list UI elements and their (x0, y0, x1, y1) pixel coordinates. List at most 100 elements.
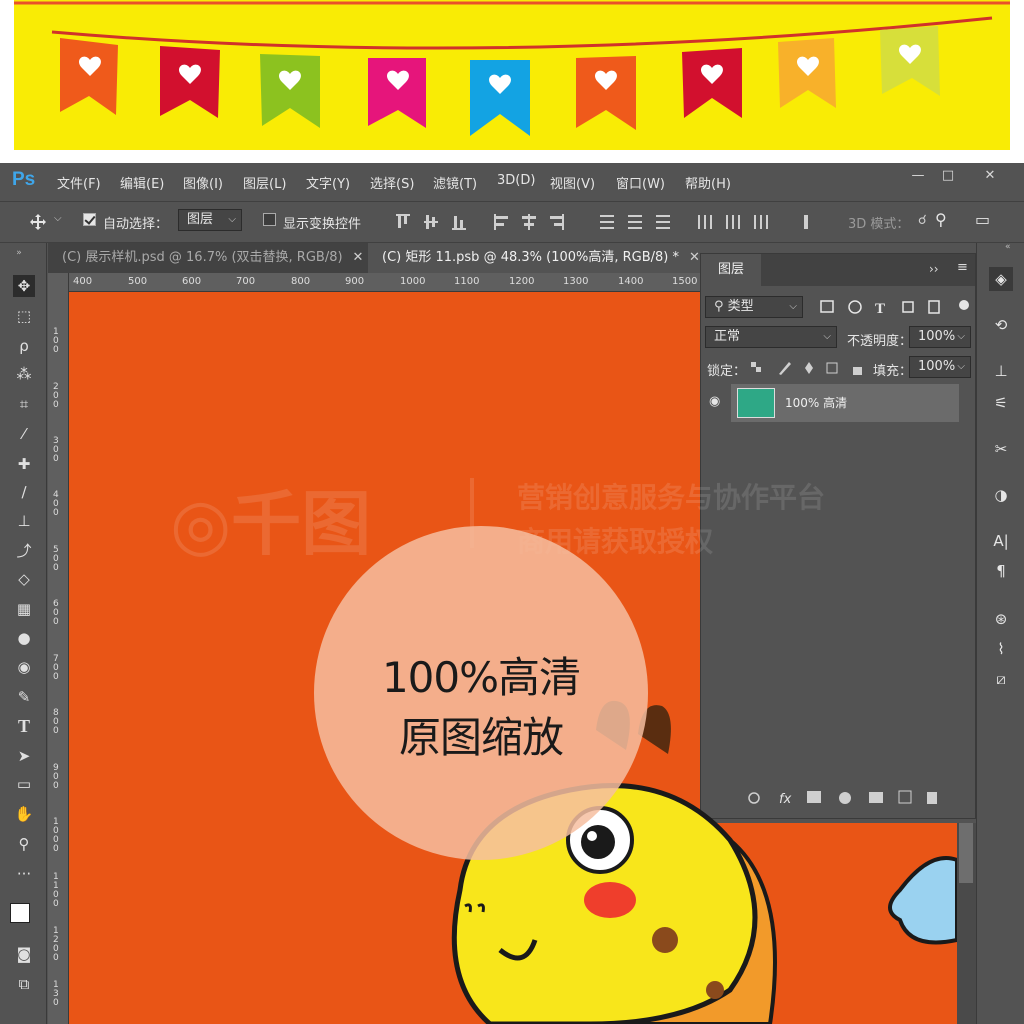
opacity-field[interactable]: 100% ⌵ (909, 326, 971, 348)
ruler-tick: 6 0 0 (53, 599, 59, 627)
tab-label: (C) 展示样机.psd @ 16.7% (双击替换, RGB/8) (62, 250, 343, 265)
history-icon[interactable]: ⟲ (989, 313, 1013, 337)
collapse-icon[interactable]: » (8, 242, 30, 264)
move-tool-icon[interactable] (29, 213, 47, 231)
auto-select-dropdown[interactable]: 图层 ⌵ (178, 209, 242, 231)
tools-panel: » ✥ ⬚ ρ ⁂ ⌗ ⁄ ✚ ∕ ⊥ ⤴ ◇ ▦ ● ◉ ✎ T ➤ ▭ ✋ … (0, 243, 47, 1024)
minimize-button[interactable]: — (904, 167, 932, 185)
chevron-down-icon: ⌵ (823, 331, 831, 342)
menu-edit[interactable]: 编辑(E) (120, 173, 164, 192)
adjustments-slider-icon[interactable]: ⚟ (989, 391, 1013, 415)
ruler-tick: 4 0 0 (53, 490, 59, 518)
auto-select-value: 图层 (187, 212, 214, 227)
watermark-logo: ◎千图 (170, 468, 371, 569)
layer-filter-icons[interactable]: T (819, 298, 969, 316)
close-icon[interactable]: ✕ (689, 250, 700, 265)
healing-brush-icon[interactable]: ✚ (13, 453, 35, 475)
history-brush-icon[interactable]: ⤴ (13, 540, 35, 562)
vertical-scrollbar[interactable] (957, 823, 976, 1024)
layer-filter-dropdown[interactable]: ⚲ 类型 ⌵ (705, 296, 803, 318)
screen-mode-icon[interactable]: ⧉ (13, 973, 35, 995)
lasso-tool-icon[interactable]: ρ (13, 335, 35, 357)
quick-mask-icon[interactable]: ◙ (13, 943, 35, 965)
menu-view[interactable]: 视图(V) (550, 173, 595, 192)
collapse-panel-icon[interactable]: ›› (929, 262, 939, 276)
scrollbar-thumb[interactable] (959, 823, 973, 883)
tools-icon[interactable]: ✂ (989, 437, 1013, 461)
3d-orbit-icon[interactable]: ☌ (918, 213, 927, 228)
move-tool-icon[interactable]: ✥ (13, 275, 35, 297)
menu-image[interactable]: 图像(I) (183, 173, 223, 192)
type-tool-icon[interactable]: T (13, 715, 35, 737)
ruler-tick: 1100 (454, 276, 480, 287)
eraser-tool-icon[interactable]: ◇ (13, 568, 35, 590)
close-window-button[interactable]: ✕ (976, 167, 1004, 185)
ruler-tick: 900 (345, 276, 365, 287)
more-tools-icon[interactable]: ··· (13, 863, 35, 885)
menu-3d[interactable]: 3D(D) (497, 173, 535, 188)
channels-icon[interactable]: ⊛ (989, 607, 1013, 631)
tab-rectangle-psb[interactable]: (C) 矩形 11.psb @ 48.3% (100%高清, RGB/8) * ✕ (368, 243, 700, 273)
rectangle-tool-icon[interactable]: ▭ (13, 773, 35, 795)
tab-label: (C) 矩形 11.psb @ 48.3% (100%高清, RGB/8) * (382, 250, 680, 265)
character-icon[interactable]: A| (989, 529, 1013, 553)
menu-window[interactable]: 窗口(W) (616, 173, 665, 192)
eye-icon[interactable]: ◉ (709, 394, 720, 409)
crop-tool-icon[interactable]: ⌗ (13, 393, 35, 415)
ruler-tick: 9 0 0 (53, 763, 59, 791)
auto-select-checkbox[interactable] (83, 213, 96, 226)
layers-panel-title[interactable]: 图层 (701, 254, 761, 286)
menu-filter[interactable]: 滤镜(T) (433, 173, 477, 192)
menu-type[interactable]: 文字(Y) (306, 173, 350, 192)
adjustment-icon[interactable]: ◑ (989, 483, 1013, 507)
paragraph-icon[interactable]: ¶ (989, 559, 1013, 583)
fill-field[interactable]: 100% ⌵ (909, 356, 971, 378)
lock-icons[interactable] (749, 360, 869, 376)
layer-row[interactable]: 100% 高清 (731, 384, 959, 422)
menu-help[interactable]: 帮助(H) (685, 173, 731, 192)
watermark-brand: 千图 (231, 483, 372, 565)
brush-tool-icon[interactable]: ∕ (13, 481, 35, 503)
brush-settings-icon[interactable]: ⊥ (989, 359, 1013, 383)
zoom-tool-icon[interactable]: ⚲ (13, 833, 35, 855)
vertical-ruler[interactable]: 1 0 0 2 0 0 3 0 0 4 0 0 5 0 0 6 0 0 7 0 … (48, 273, 69, 1024)
ruler-tick: 1500 (672, 276, 698, 287)
ruler-tick: 1200 (509, 276, 535, 287)
close-icon[interactable]: ✕ (353, 250, 364, 265)
marquee-tool-icon[interactable]: ⬚ (13, 305, 35, 327)
menu-file[interactable]: 文件(F) (57, 173, 101, 192)
foreground-color-swatch[interactable] (10, 903, 30, 923)
search-icon[interactable]: ⚲ (935, 210, 947, 229)
paths-icon[interactable]: ⌇ (989, 637, 1013, 661)
blend-mode-dropdown[interactable]: 正常 ⌵ (705, 326, 837, 348)
ruler-tick: 600 (182, 276, 202, 287)
horizontal-ruler[interactable]: 400 500 600 700 800 900 1000 1100 1200 1… (68, 273, 700, 292)
blur-tool-icon[interactable]: ● (13, 627, 35, 649)
dodge-tool-icon[interactable]: ◉ (13, 656, 35, 678)
collapse-icon[interactable]: « (1005, 242, 1011, 252)
gradient-tool-icon[interactable]: ▦ (13, 598, 35, 620)
maximize-button[interactable]: □ (934, 167, 962, 185)
chevron-down-icon: ⌵ (957, 361, 965, 372)
tab-showcase-psd[interactable]: (C) 展示样机.psd @ 16.7% (双击替换, RGB/8) ✕ (48, 243, 364, 273)
chevron-down-icon[interactable]: ⌵ (54, 213, 62, 224)
path-select-icon[interactable]: ➤ (13, 745, 35, 767)
pen-tool-icon[interactable]: ✎ (13, 686, 35, 708)
menu-select[interactable]: 选择(S) (370, 173, 414, 192)
3d-icon[interactable]: ⧄ (989, 667, 1013, 691)
layers-stack-icon[interactable]: ◈ (989, 267, 1013, 291)
menu-layer[interactable]: 图层(L) (243, 173, 286, 192)
eyedropper-icon[interactable]: ⁄ (13, 423, 35, 445)
watermark-line-1: 营销创意服务与协作平台 (517, 481, 826, 514)
zoom-badge: 100%高清 原图缩放 (314, 526, 648, 860)
workspace-icon[interactable]: ▭ (975, 210, 990, 229)
svg-text:T: T (875, 301, 885, 316)
show-transform-checkbox[interactable] (263, 213, 276, 226)
opacity-label: 不透明度： (847, 334, 913, 349)
ruler-tick: 7 0 0 (53, 654, 59, 682)
stamp-tool-icon[interactable]: ⊥ (13, 510, 35, 532)
hand-tool-icon[interactable]: ✋ (13, 803, 35, 825)
magic-wand-icon[interactable]: ⁂ (13, 363, 35, 385)
panel-menu-icon[interactable]: ≡ (957, 260, 968, 275)
align-distribute-icons[interactable] (394, 212, 814, 232)
